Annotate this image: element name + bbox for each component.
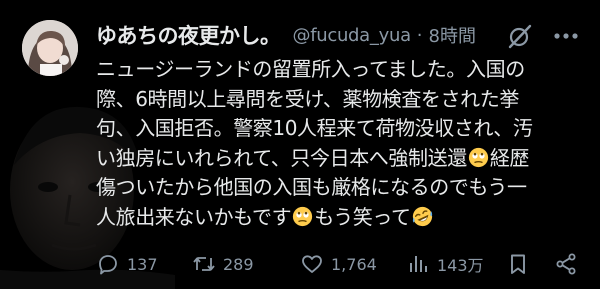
reply-count: 137 <box>127 254 158 274</box>
repost-count: 289 <box>223 254 254 274</box>
post-text-segment: もう笑って <box>314 204 411 229</box>
post-text-segment: 人旅出来ないかもです <box>96 204 292 229</box>
display-name[interactable]: ゆあちの夜更かし。 <box>96 20 281 50</box>
rofl-emoji <box>412 206 432 226</box>
views-count: 143万 <box>437 256 484 275</box>
post-text: ニュージーランドの留置所入ってました。入国の 際、6時間以上尋問を受け、薬物検査… <box>96 55 596 232</box>
share-button[interactable] <box>554 250 578 278</box>
bookmark-icon <box>511 254 525 274</box>
repost-icon <box>193 257 215 271</box>
reply-icon <box>99 255 117 275</box>
grok-slash-icon[interactable] <box>507 23 533 49</box>
post-text-segment: い独房にいれられて、只今日本へ強制送還 <box>96 145 467 170</box>
views-button[interactable]: 143万 <box>406 250 484 278</box>
like-count: 1,764 <box>331 254 377 274</box>
rolling-eyes-emoji <box>468 147 488 167</box>
repost-button[interactable]: 289 <box>192 250 254 278</box>
post-text-line: 傷ついたから他国の入国も厳格になるのでもう一 <box>96 175 527 199</box>
views-icon <box>410 256 427 272</box>
post-text-line: い独房にいれられて、只今日本へ強制送還 経歴 <box>96 144 596 174</box>
post-text-line: 際、6時間以上尋問を受け、薬物検査をされた挙 <box>96 86 519 111</box>
share-icon <box>556 253 576 275</box>
post-timestamp[interactable]: 8時間 <box>429 22 476 48</box>
avatar[interactable] <box>22 20 78 76</box>
like-button[interactable]: 1,764 <box>300 250 377 278</box>
post-text-segment: 経歴 <box>489 145 530 170</box>
post-text-line: ニュージーランドの留置所入ってました。入国の <box>96 57 525 81</box>
heart-icon <box>302 255 322 273</box>
more-icon[interactable] <box>552 26 580 46</box>
action-bar: 137 289 1,764 143万 <box>96 250 586 278</box>
rolling-eyes-emoji <box>293 206 313 226</box>
user-handle[interactable]: @fucuda_yua <box>293 25 412 46</box>
post-text-line: 人旅出来ないかもです もう笑って <box>96 203 596 233</box>
bookmark-button[interactable] <box>506 250 530 278</box>
reply-button[interactable]: 137 <box>96 250 158 278</box>
avatar-image <box>22 20 78 76</box>
post-text-line: 句、入国拒否。警察10人程来て荷物没収され、汚 <box>96 116 533 140</box>
separator-dot: · <box>416 24 423 46</box>
